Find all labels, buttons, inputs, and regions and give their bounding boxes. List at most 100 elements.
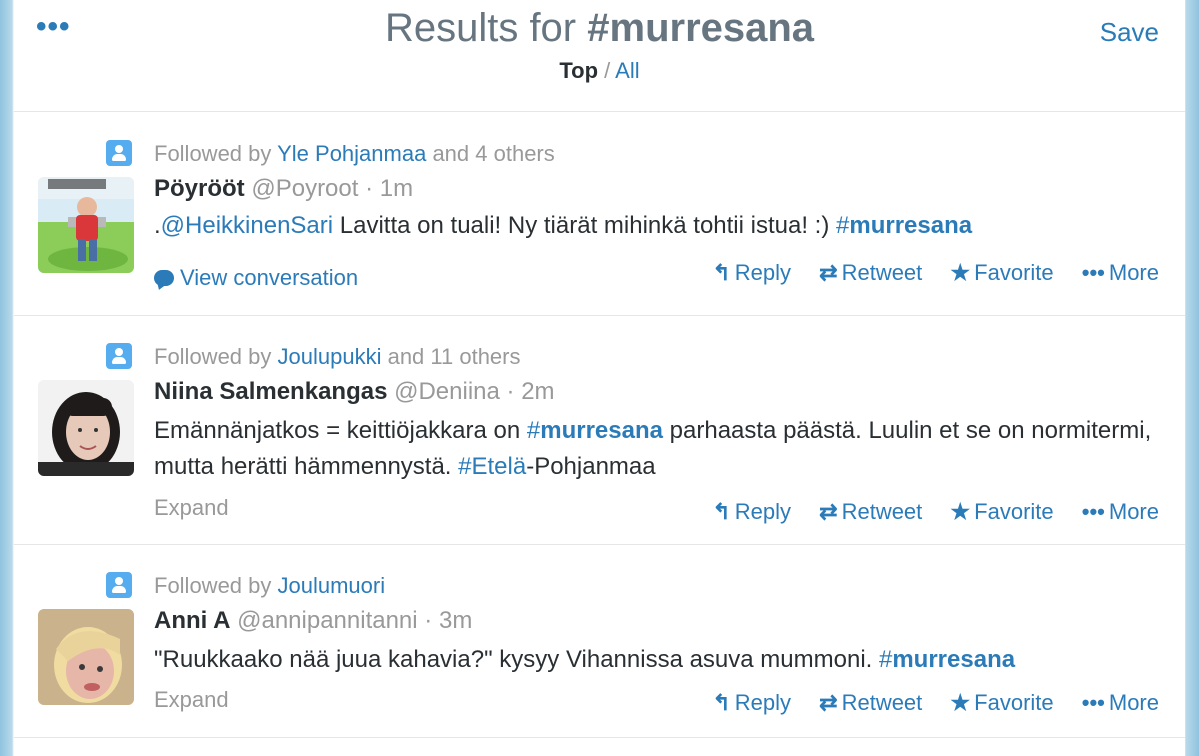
tweet-context: Followed by Joulupukki and 11 others [154, 344, 521, 370]
hashtag-mark: # [526, 417, 541, 444]
hashtag-mark: # [836, 212, 850, 239]
retweet-icon: ⇄ [819, 690, 838, 715]
favorite-label: Favorite [974, 260, 1054, 285]
results-filter: Top / All [14, 58, 1185, 84]
retweet-icon: ⇄ [819, 260, 838, 285]
tweet-author: Niina Salmenkangas @Deniina · 2m [154, 378, 555, 406]
user-follow-icon [106, 140, 132, 166]
context-prefix: Followed by [154, 141, 278, 166]
more-label: More [1108, 690, 1159, 715]
author-name[interactable]: Anni A [154, 607, 230, 634]
favorite-button[interactable]: ★ Favorite [950, 260, 1053, 286]
filter-separator: / [598, 58, 616, 83]
star-icon: ★ [950, 499, 971, 524]
tweet-actions: ↰ Reply ⇄ Retweet ★ Favorite ••• More [690, 690, 1159, 716]
favorite-label: Favorite [974, 499, 1054, 524]
tweet-context: Followed by Yle Pohjanmaa and 4 others [154, 141, 555, 167]
mention-link[interactable]: @HeikkinenSari [161, 212, 333, 239]
author-name[interactable]: Pöyrööt [154, 175, 245, 202]
retweet-button[interactable]: ⇄ Retweet [819, 260, 922, 286]
tweet-context: Followed by Joulumuori [154, 573, 385, 599]
save-search-button[interactable]: Save [1100, 17, 1159, 48]
reply-button[interactable]: ↰ Reply [712, 499, 791, 525]
title-prefix: Results for [384, 6, 588, 50]
tweet[interactable]: Followed by Yle Pohjanmaa and 4 others P… [14, 113, 1185, 316]
hashtag-link[interactable]: #Etelä [458, 453, 526, 480]
filter-top[interactable]: Top [559, 58, 598, 83]
tweet-timestamp[interactable]: 1m [380, 175, 413, 202]
more-dots-icon: ••• [1081, 690, 1105, 715]
avatar[interactable] [38, 609, 134, 705]
search-results-panel: ••• Results for #murresana Top / All Sav… [14, 0, 1185, 756]
hashtag-link[interactable]: #murresana [836, 212, 972, 239]
hashtag-word: murresana [892, 646, 1016, 673]
view-conversation-link[interactable]: View conversation [154, 265, 358, 291]
tweet-time-sep: · [424, 607, 433, 634]
reply-label: Reply [734, 260, 792, 285]
retweet-label: Retweet [841, 260, 923, 285]
user-follow-icon [106, 572, 132, 598]
text-body: Lavitta on tuali! Ny tiärät mihinkä toht… [333, 212, 836, 239]
hashtag-mark: # [878, 646, 893, 673]
tweet-text: Emännänjatkos = keittiöjakkara on #murre… [154, 413, 1165, 485]
retweet-button[interactable]: ⇄ Retweet [819, 690, 922, 716]
more-label: More [1108, 260, 1159, 285]
view-conversation-label: View conversation [180, 265, 359, 290]
tweet-timestamp[interactable]: 3m [439, 607, 472, 634]
context-user-link[interactable]: Joulupukki [278, 344, 382, 369]
tweet-timestamp[interactable]: 2m [521, 378, 554, 405]
retweet-button[interactable]: ⇄ Retweet [819, 499, 922, 525]
context-suffix: and 4 others [426, 141, 555, 166]
favorite-label: Favorite [974, 690, 1054, 715]
reply-label: Reply [734, 499, 792, 524]
conversation-bubble-icon [154, 270, 174, 286]
more-button[interactable]: ••• More [1082, 690, 1159, 716]
star-icon: ★ [950, 260, 971, 285]
text-part: -Pohjanmaa [526, 453, 656, 480]
author-handle[interactable]: @Poyroot [251, 175, 358, 202]
more-button[interactable]: ••• More [1082, 499, 1159, 525]
context-user-link[interactable]: Yle Pohjanmaa [277, 141, 426, 166]
reply-label: Reply [734, 690, 792, 715]
star-icon: ★ [950, 690, 971, 715]
text-part: "Ruukkaako nää juua kahavia?" kysyy Viha… [154, 646, 879, 673]
context-user-link[interactable]: Joulumuori [278, 573, 386, 598]
context-suffix: and 11 others [381, 344, 521, 369]
hashtag-link[interactable]: #murresana [527, 417, 663, 444]
expand-link[interactable]: Expand [154, 687, 229, 713]
retweet-label: Retweet [841, 499, 923, 524]
text-lead: . [154, 212, 161, 239]
search-query: #murresana [587, 6, 815, 50]
reply-icon: ↰ [712, 690, 731, 715]
hashtag-link[interactable]: #murresana [879, 646, 1015, 673]
author-handle[interactable]: @annipannitanni [237, 607, 418, 634]
favorite-button[interactable]: ★ Favorite [950, 690, 1053, 716]
retweet-icon: ⇄ [819, 499, 838, 524]
tweet[interactable]: Followed by Joulupukki and 11 others Nii… [14, 317, 1185, 545]
tweet-time-sep: · [365, 175, 374, 202]
favorite-button[interactable]: ★ Favorite [950, 499, 1053, 525]
tweet-author: Pöyrööt @Poyroot · 1m [154, 175, 413, 203]
reply-button[interactable]: ↰ Reply [712, 690, 791, 716]
reply-button[interactable]: ↰ Reply [712, 260, 791, 286]
more-dots-icon: ••• [1081, 260, 1105, 285]
context-prefix: Followed by [154, 344, 278, 369]
tweet[interactable]: Followed by Joulumuori Anni A @annipanni… [14, 546, 1185, 738]
more-label: More [1108, 499, 1159, 524]
retweet-label: Retweet [841, 690, 923, 715]
author-handle[interactable]: @Deniina [394, 378, 500, 405]
avatar[interactable] [38, 380, 134, 476]
avatar[interactable] [38, 177, 134, 273]
filter-all[interactable]: All [615, 58, 639, 83]
more-button[interactable]: ••• More [1082, 260, 1159, 286]
tweet-time-sep: · [506, 378, 515, 405]
user-follow-icon [106, 343, 132, 369]
author-name[interactable]: Niina Salmenkangas [154, 378, 387, 405]
expand-link[interactable]: Expand [154, 495, 229, 521]
hashtag-word: murresana [849, 212, 973, 239]
tweet-actions: ↰ Reply ⇄ Retweet ★ Favorite ••• More [690, 260, 1159, 286]
text-part: Emännänjatkos = keittiöjakkara on [154, 417, 527, 444]
context-prefix: Followed by [154, 573, 278, 598]
tweet-text: .@HeikkinenSari Lavitta on tuali! Ny tiä… [154, 208, 1165, 244]
more-dots-icon: ••• [1081, 499, 1105, 524]
